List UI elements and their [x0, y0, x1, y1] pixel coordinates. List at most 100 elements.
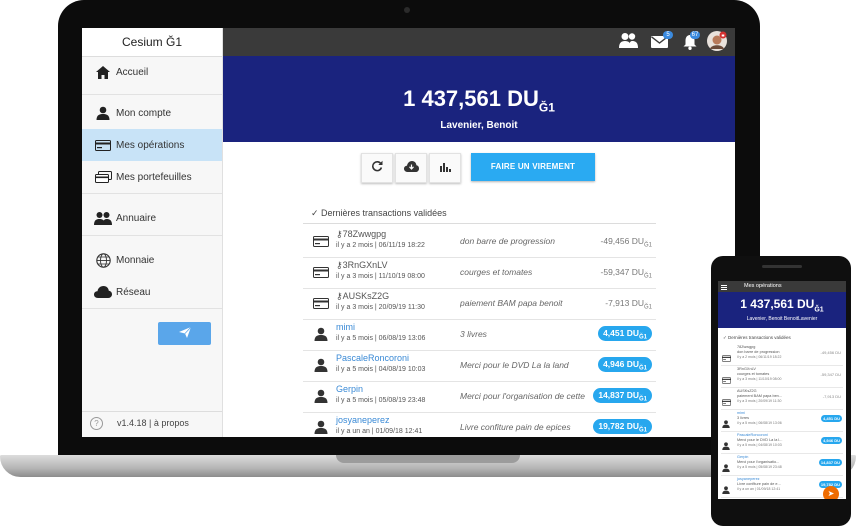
send-icon — [178, 325, 191, 343]
sidebar-item-wallets[interactable]: Mes portefeuilles — [82, 161, 222, 193]
mobile-transaction-row[interactable]: 3RnGXnLV courges et tomates il y a 3 mois … — [721, 365, 843, 388]
transaction-row[interactable]: mimi il y a 5 mois | 06/08/19 13:06 3 livr… — [303, 319, 656, 351]
amount: -7,913 DUĞ1 — [605, 298, 652, 311]
transaction-counterpart: 3RnGXnLV — [737, 367, 756, 371]
sidebar-item-directory[interactable]: Annuaire — [82, 202, 222, 234]
transaction-date: il y a 5 mois | 06/08/19 13:06 — [336, 335, 426, 342]
transaction-date: il y a 3 mois | 20/09/19 11:30 — [336, 304, 425, 311]
transaction-counterpart[interactable]: PascaleRoncoroni — [737, 433, 768, 437]
amount: -49,456 DU — [820, 350, 841, 355]
person-icon — [722, 437, 731, 450]
transaction-counterpart[interactable]: Gerpin — [336, 384, 363, 394]
person-icon — [312, 358, 330, 372]
sidebar: Cesium Ğ1 Accueil Mon compte Mes opérati… — [82, 28, 223, 437]
mail-count-badge: 5 — [663, 31, 673, 39]
person-icon — [722, 481, 731, 494]
transaction-counterpart: 78Zwwgpg — [737, 345, 756, 349]
card-icon — [722, 349, 731, 362]
mobile-transaction-row[interactable]: mimi 3 livres il y a 5 mois | 06/08/19 13:… — [721, 409, 843, 432]
transaction-counterpart: AUSKsZ2G — [737, 389, 757, 393]
sidebar-item-label: Mes portefeuilles — [116, 171, 192, 183]
transaction-row[interactable]: Gerpin il y a 5 mois | 05/08/19 23:48 Merc… — [303, 381, 656, 413]
amount-badge: 14,837 DU — [818, 459, 842, 466]
sidebar-item-label: Mes opérations — [116, 139, 185, 151]
transaction-counterpart[interactable]: Gerpin — [737, 455, 748, 459]
transactions-title: ✓ Dernières transactions validées — [311, 208, 447, 218]
wallets-icon — [92, 171, 114, 183]
mobile-transactions-title: ✓ Dernières transactions validées — [723, 335, 791, 340]
card-icon — [722, 371, 731, 384]
sidebar-item-label: Accueil — [116, 66, 149, 78]
wallet-header: 1 437,561 DUĞ1 Lavenier, Benoit — [223, 56, 735, 142]
transaction-counterpart[interactable]: josyaneperez — [737, 477, 760, 481]
transaction-row[interactable]: PascaleRoncoroni il y a 5 mois | 04/08/19… — [303, 350, 656, 382]
version-about-link[interactable]: v1.4.18 | à propos — [117, 418, 189, 428]
refresh-icon — [371, 159, 383, 177]
laptop-notch — [336, 455, 520, 463]
sidebar-item-currency[interactable]: Monnaie — [82, 244, 222, 276]
person-icon — [92, 106, 114, 120]
transaction-comment: Merci pour le DVD La la land — [460, 360, 569, 370]
sidebar-item-account[interactable]: Mon compte — [82, 97, 222, 129]
mobile-balance: 1 437,561 DUĞ1 — [740, 297, 824, 314]
transaction-comment: Livre confiture pain de e... — [737, 482, 781, 486]
transaction-comment: 3 livres — [737, 416, 750, 420]
transaction-counterpart[interactable]: mimi — [737, 411, 745, 415]
mobile-transaction-row[interactable]: Gerpin Merci pour l'organisatio... il y a … — [721, 453, 843, 476]
transfer-button[interactable]: FAIRE UN VIREMENT — [471, 153, 595, 181]
contacts-icon[interactable] — [619, 32, 638, 53]
transaction-counterpart: ⚷AUSKsZ2G — [336, 291, 390, 301]
transaction-comment: Merci pour l'organisatio... — [737, 460, 780, 464]
divider — [82, 235, 222, 236]
mobile-transaction-row[interactable]: PascaleRoncoroni Merci pour le DVD La la … — [721, 431, 843, 454]
transaction-date: il y a 5 mois | 05/08/19 23:48 — [336, 397, 426, 404]
sidebar-item-label: Annuaire — [116, 212, 157, 224]
mobile-top-bar: Mes opérations — [718, 281, 846, 292]
transaction-counterpart[interactable]: PascaleRoncoroni — [336, 353, 409, 363]
divider — [82, 193, 222, 194]
sidebar-item-operations[interactable]: Mes opérations — [82, 129, 222, 161]
transaction-date: il y a 3 mois | 11/10/19 08:00 — [737, 377, 782, 381]
help-icon[interactable]: ? — [90, 417, 103, 430]
laptop-camera — [404, 7, 410, 13]
amount-badge: 4,946 DUĞ1 — [598, 357, 652, 372]
transaction-date: il y a 2 mois | 06/11/19 18:22 — [336, 242, 425, 249]
send-money-button[interactable] — [158, 322, 211, 345]
sidebar-item-network[interactable]: Réseau — [82, 276, 222, 308]
transaction-comment: Livre confiture pain de epices — [460, 422, 571, 432]
card-icon — [312, 265, 330, 279]
wallet-owner: Lavenier, Benoit — [440, 120, 518, 131]
card-icon — [312, 296, 330, 310]
transaction-counterpart[interactable]: mimi — [336, 322, 355, 332]
avatar[interactable] — [707, 31, 727, 56]
sidebar-item-label: Monnaie — [116, 254, 155, 266]
divider — [82, 94, 222, 95]
download-button[interactable] — [395, 153, 427, 183]
transaction-date: il y a 5 mois | 05/08/19 23:48 — [737, 465, 782, 469]
mobile-send-button[interactable]: ➤ — [823, 486, 839, 499]
transaction-comment: courges et tomates — [737, 372, 770, 376]
key-icon: ⚷ — [336, 291, 343, 301]
stats-button[interactable] — [429, 153, 461, 183]
notification-count-badge: 67 — [690, 31, 700, 39]
transaction-row[interactable]: ⚷78Zwwgpg il y a 2 mois | 06/11/19 18:22 d… — [303, 226, 656, 258]
transaction-comment: Merci pour le DVD La la l... — [737, 438, 783, 442]
transaction-counterpart[interactable]: josyaneperez — [336, 415, 390, 425]
amount: -49,456 DUĞ1 — [600, 236, 652, 249]
key-icon: ⚷ — [336, 260, 343, 270]
amount-badge: 4,946 DU — [821, 437, 842, 444]
mobile-transaction-row[interactable]: AUSKsZ2G paiement BAM papa ben... il y a 3… — [721, 387, 843, 410]
transaction-row[interactable]: ⚷3RnGXnLV il y a 3 mois | 11/10/19 08:00 c… — [303, 257, 656, 289]
amount-badge: 19,782 DUĞ1 — [593, 419, 652, 434]
mobile-page-title: Mes opérations — [744, 283, 782, 289]
transaction-comment: don barre de progression — [737, 350, 780, 354]
sidebar-item-home[interactable]: Accueil — [82, 56, 222, 88]
transaction-row[interactable]: josyaneperez il y a un an | 01/09/18 12:4… — [303, 412, 656, 437]
sidebar-item-label: Mon compte — [116, 107, 172, 119]
transaction-row[interactable]: ⚷AUSKsZ2G il y a 3 mois | 20/09/19 11:30 p… — [303, 288, 656, 320]
person-icon — [312, 389, 330, 403]
mobile-transaction-row[interactable]: 78Zwwgpg don barre de progression il y a 2… — [721, 343, 843, 366]
top-bar: 5 67 — [223, 28, 735, 56]
amount-badge: 14,837 DUĞ1 — [593, 388, 652, 403]
refresh-button[interactable] — [361, 153, 393, 183]
